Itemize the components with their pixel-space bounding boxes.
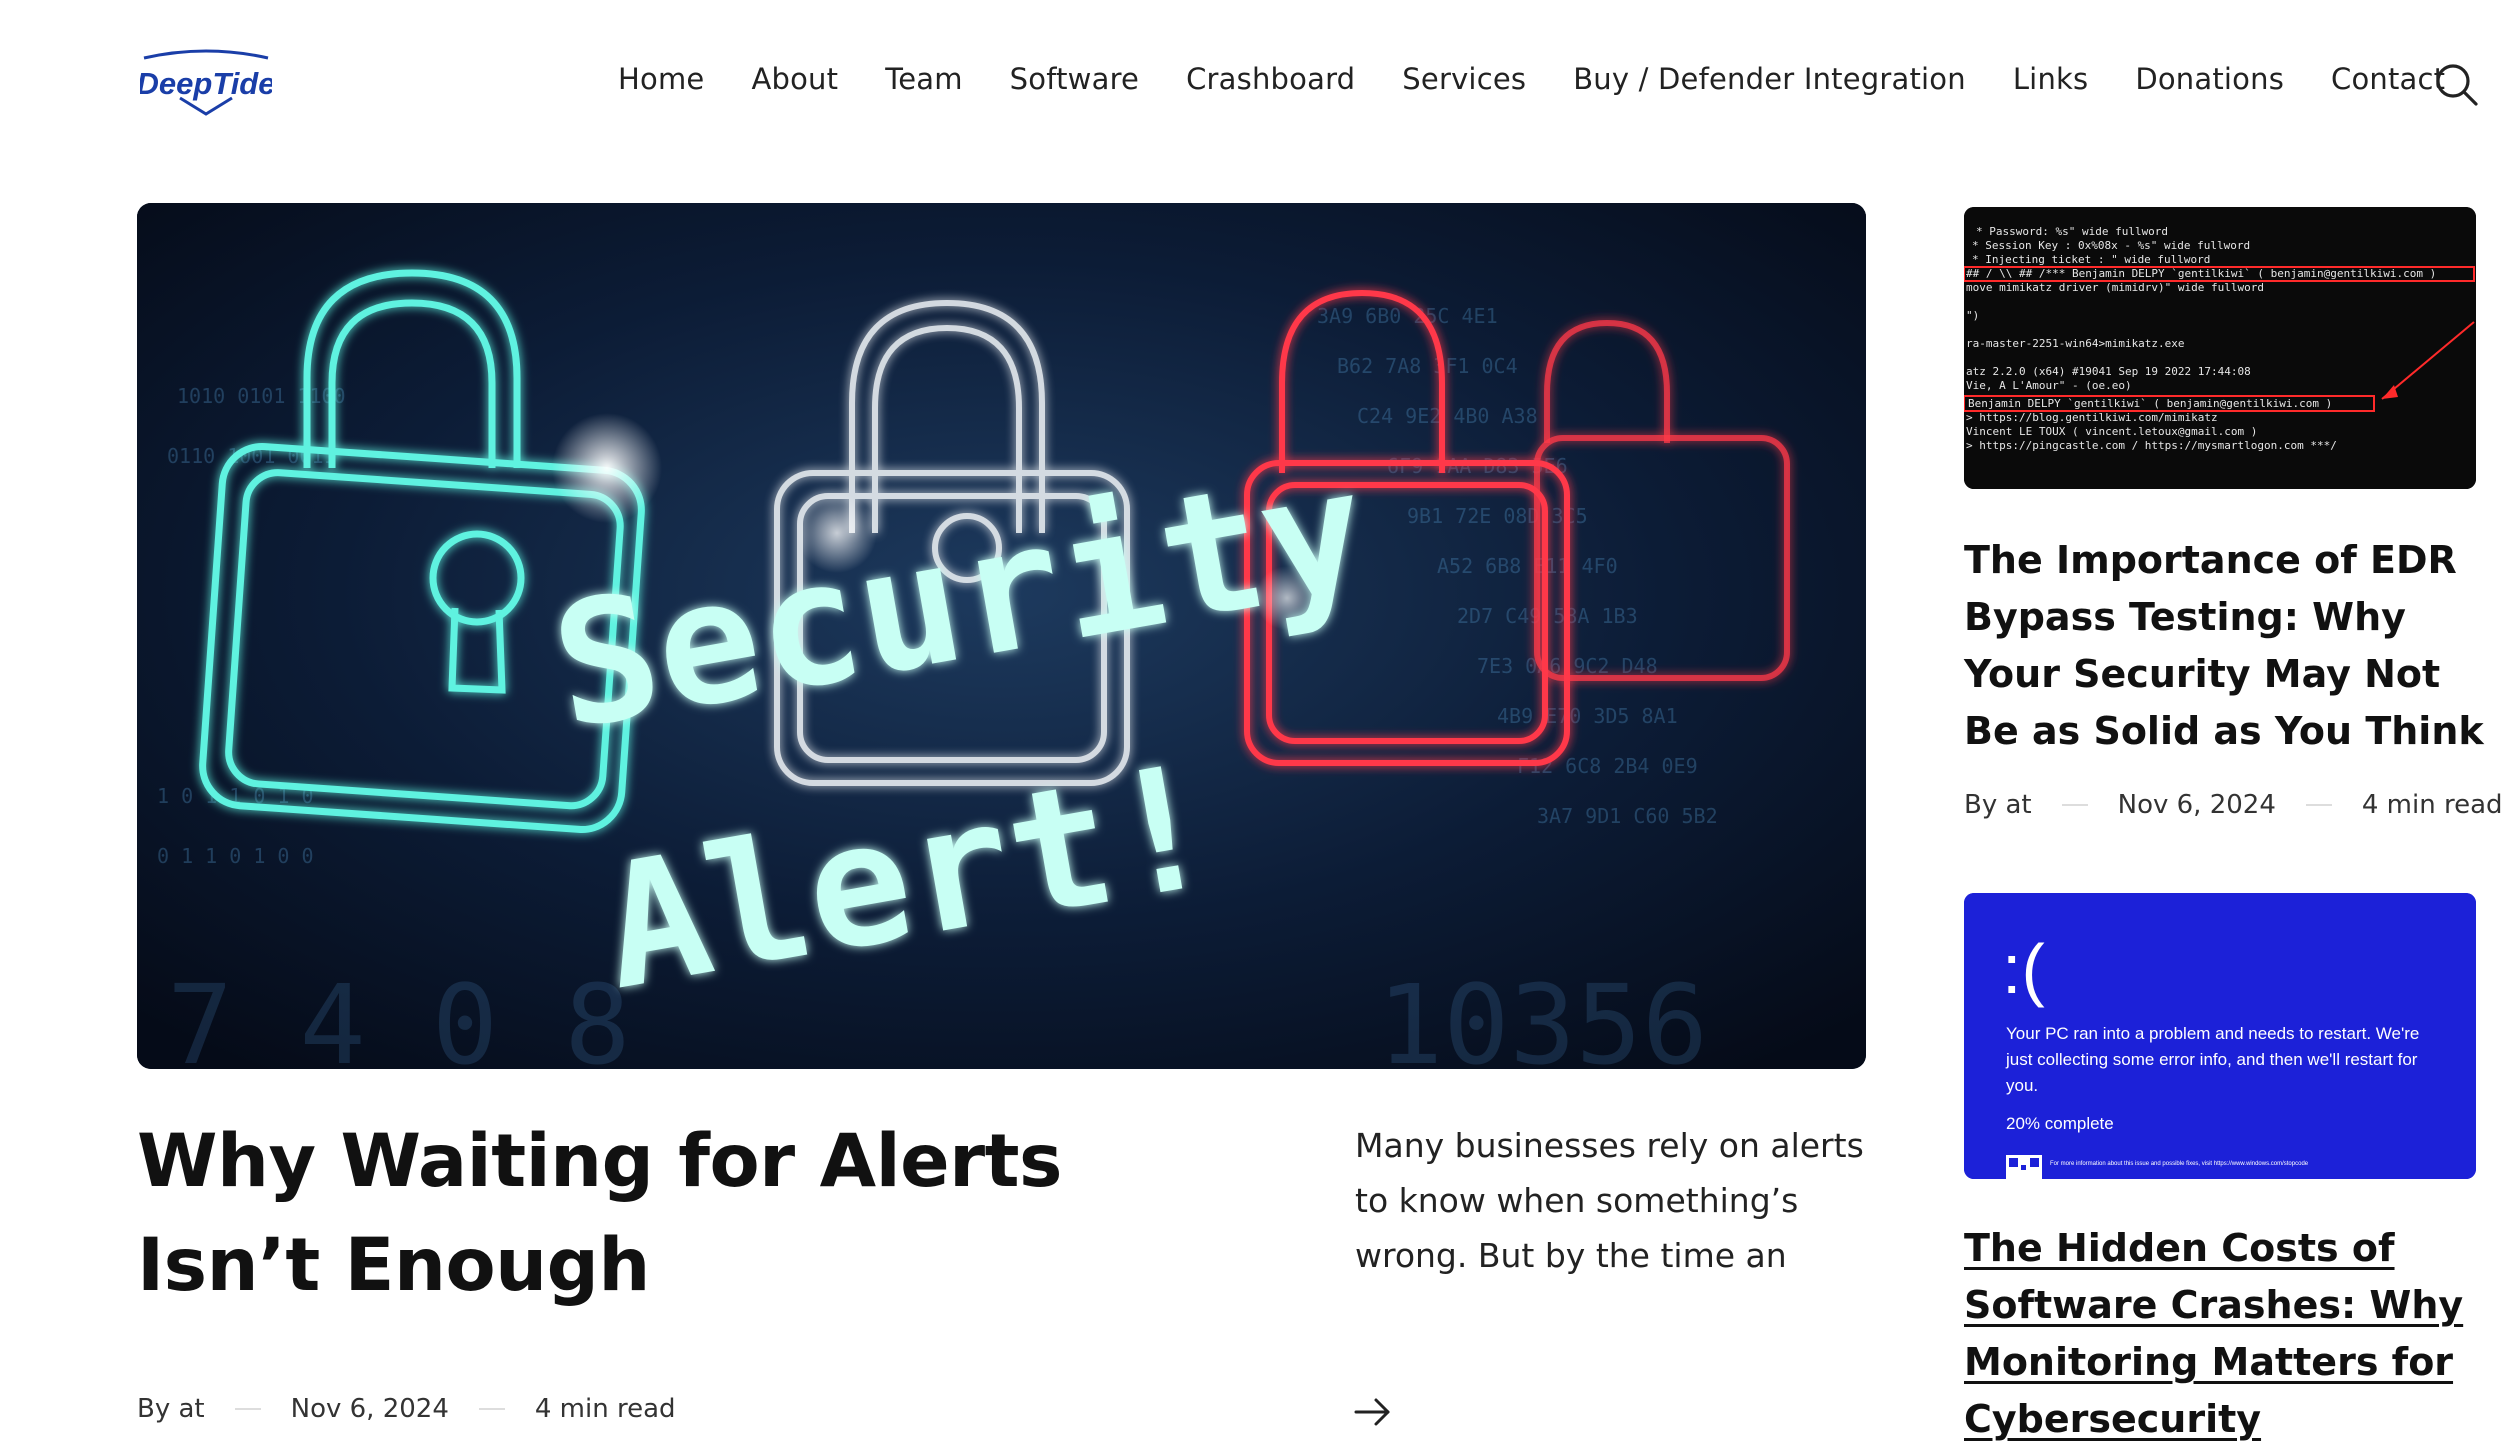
- svg-text:10356: 10356: [1377, 961, 1708, 1069]
- terminal-line: Vincent LE TOUX ( vincent.letoux@gmail.c…: [1966, 425, 2257, 438]
- side-post-1-image[interactable]: * Password: %s" wide fullword * Session …: [1964, 207, 2476, 489]
- svg-text:B62 7A8 3F1 0C4: B62 7A8 3F1 0C4: [1337, 354, 1518, 378]
- meta-divider: [2061, 804, 2088, 806]
- terminal-line: Vie, A L'Amour" - (oe.eo): [1966, 379, 2132, 392]
- bsod-face: :(: [2002, 930, 2045, 1008]
- svg-text:3A7 9D1 C60 5B2: 3A7 9D1 C60 5B2: [1537, 804, 1718, 828]
- hero-post-excerpt: Many businesses rely on alerts to know w…: [1355, 1126, 1864, 1275]
- nav-item-contact[interactable]: Contact: [2331, 62, 2445, 96]
- hero-image[interactable]: 3A9 6B0 25C 4E1 B62 7A8 3F1 0C4 C24 9E2 …: [137, 203, 1866, 1069]
- bsod-message: just collecting some error info, and the…: [2005, 1050, 2418, 1069]
- side-post-2-title[interactable]: The Hidden Costs of Software Crashes: Wh…: [1964, 1220, 2484, 1448]
- post-author: By at: [137, 1394, 205, 1424]
- nav-item-crashboard[interactable]: Crashboard: [1186, 62, 1355, 96]
- bsod-progress: 20% complete: [2006, 1114, 2114, 1133]
- nav-item-about[interactable]: About: [751, 62, 838, 96]
- svg-text:1010 0101 1100: 1010 0101 1100: [177, 384, 346, 408]
- svg-text:4B9 E70 3D5 8A1: 4B9 E70 3D5 8A1: [1497, 704, 1678, 728]
- terminal-line: * Session Key : 0x%08x - %s" wide fullwo…: [1972, 239, 2250, 252]
- nav-item-services[interactable]: Services: [1402, 62, 1526, 96]
- meta-divider: [478, 1408, 505, 1410]
- side-post-1-meta: By at Nov 6, 2024 4 min read: [1964, 790, 2503, 820]
- nav-item-buy-defender-integration[interactable]: Buy / Defender Integration: [1573, 62, 1966, 96]
- svg-text:7 4 0 8: 7 4 0 8: [167, 961, 631, 1069]
- terminal-line: * Password: %s" wide fullword: [1976, 225, 2168, 238]
- side-post-2-image[interactable]: :( Your PC ran into a problem and needs …: [1964, 893, 2476, 1179]
- bsod-message: Your PC ran into a problem and needs to …: [2006, 1024, 2419, 1043]
- meta-divider: [2305, 804, 2332, 806]
- svg-text:F12 6C8 2B4 0E9: F12 6C8 2B4 0E9: [1517, 754, 1698, 778]
- svg-text:9B1 72E 08D 3C5: 9B1 72E 08D 3C5: [1407, 504, 1588, 528]
- terminal-line: > https://blog.gentilkiwi.com/mimikatz: [1966, 411, 2218, 424]
- svg-text:C24 9E2 4B0 A38: C24 9E2 4B0 A38: [1357, 404, 1538, 428]
- nav-item-links[interactable]: Links: [2013, 62, 2089, 96]
- side-post-1-title[interactable]: The Importance of EDR Bypass Testing: Wh…: [1964, 532, 2484, 760]
- svg-text:3A9 6B0 25C 4E1: 3A9 6B0 25C 4E1: [1317, 304, 1498, 328]
- qr-code-icon: [2006, 1155, 2042, 1179]
- logo-text: DeepTide: [140, 66, 272, 101]
- nav-item-software[interactable]: Software: [1010, 62, 1139, 96]
- nav-item-donations[interactable]: Donations: [2135, 62, 2284, 96]
- terminal-line: "): [1966, 309, 1979, 322]
- nav-item-team[interactable]: Team: [885, 62, 962, 96]
- meta-divider: [234, 1408, 261, 1410]
- terminal-line: > https://pingcastle.com / https://mysma…: [1966, 439, 2337, 452]
- post-read-time: 4 min read: [2361, 790, 2503, 820]
- terminal-line: move mimikatz driver (mimidrv)" wide ful…: [1966, 281, 2264, 294]
- svg-text:A52 6B8 E11 4F0: A52 6B8 E11 4F0: [1437, 554, 1618, 578]
- hero-post-title[interactable]: Why Waiting for Alerts Isn’t Enough: [137, 1110, 1257, 1318]
- terminal-line: * Injecting ticket : " wide fullword: [1972, 253, 2210, 266]
- svg-text:0 1 1 0 1 0 0: 0 1 1 0 1 0 0: [157, 844, 314, 868]
- hero-post-meta: By at Nov 6, 2024 4 min read: [137, 1394, 676, 1424]
- bsod-footer: For more information about this issue an…: [2050, 1161, 2309, 1167]
- post-author: By at: [1964, 790, 2032, 820]
- terminal-line: ra-master-2251-win64>mimikatz.exe: [1966, 337, 2185, 350]
- bsod-message: you.: [2006, 1076, 2038, 1095]
- post-read-time: 4 min read: [534, 1394, 676, 1424]
- main-nav: Home About Team Software Crashboard Serv…: [618, 62, 2492, 96]
- post-date: Nov 6, 2024: [290, 1394, 449, 1424]
- terminal-line: atz 2.2.0 (x64) #19041 Sep 19 2022 17:44…: [1966, 365, 2251, 378]
- nav-item-home[interactable]: Home: [618, 62, 704, 96]
- terminal-line: ## / \\ ## /*** Benjamin DELPY `gentilki…: [1966, 267, 2436, 280]
- site-logo[interactable]: DeepTide: [137, 48, 275, 116]
- terminal-line: Benjamin DELPY `gentilkiwi` ( benjamin@g…: [1968, 397, 2332, 410]
- post-date: Nov 6, 2024: [2117, 790, 2276, 820]
- search-icon[interactable]: [2432, 60, 2480, 108]
- arrow-right-icon[interactable]: [1354, 1397, 1392, 1427]
